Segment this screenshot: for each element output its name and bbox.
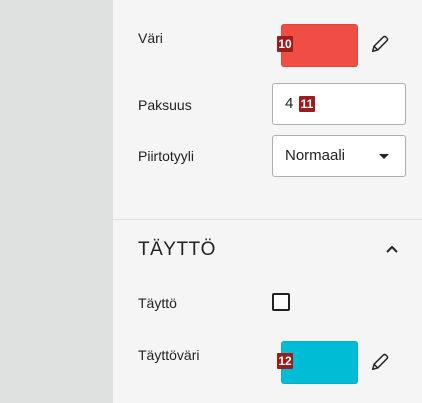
- fill-color-label: Täyttöväri: [138, 347, 200, 363]
- caret-down-icon: [379, 154, 389, 159]
- thickness-input[interactable]: 4 11: [272, 83, 406, 125]
- fill-checkbox[interactable]: [272, 293, 290, 311]
- pencil-icon[interactable]: [369, 33, 391, 55]
- stroke-style-label: Piirtotyyli: [138, 148, 195, 164]
- thickness-label: Paksuus: [138, 97, 192, 113]
- fill-color-swatch[interactable]: 12: [277, 341, 358, 384]
- element-badge-10: 10: [277, 36, 293, 52]
- stroke-style-value: Normaali: [285, 147, 346, 164]
- element-badge-12: 12: [277, 353, 293, 369]
- fill-section-title: TÄYTTÖ: [138, 239, 216, 260]
- chevron-up-icon[interactable]: [385, 244, 399, 254]
- left-canvas-strip: [0, 0, 113, 403]
- properties-panel: Väri 10 Paksuus 4 11 Piirtotyyli Normaal…: [113, 0, 422, 403]
- stroke-style-select[interactable]: Normaali: [272, 135, 406, 177]
- element-badge-11: 11: [299, 96, 315, 112]
- fill-label: Täyttö: [138, 295, 177, 311]
- pencil-icon[interactable]: [369, 351, 391, 373]
- color-label: Väri: [138, 30, 163, 46]
- thickness-value: 4: [285, 95, 294, 112]
- stroke-color-swatch[interactable]: 10: [277, 24, 358, 67]
- section-divider: [113, 219, 422, 220]
